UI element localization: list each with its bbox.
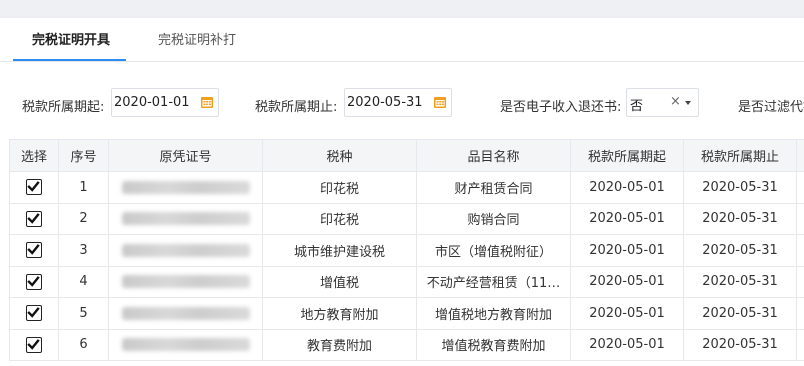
table-header-row: 选择 序号 原凭证号 税种 品目名称 税款所属期起 税款所属期止 [9,140,804,172]
redacted-voucher-number [121,212,250,226]
seq-cell: 3 [59,235,109,266]
tax-record-table: 选择 序号 原凭证号 税种 品目名称 税款所属期起 税款所属期止 1 印花税 财产租… [9,139,804,361]
tax-type-cell: 教育费附加 [263,329,417,360]
header-period-start: 税款所属期起 [571,140,684,171]
item-name-cell: 不动产经营租赁（11… [417,266,571,297]
checkmark-icon [27,181,40,193]
header-seq: 序号 [59,140,109,171]
select-cell [9,235,59,266]
row-checkbox[interactable] [26,179,42,196]
table-body: 1 印花税 财产租赁合同 2020-05-01 2020-05-31 2 印花税 购销合同 20… [9,172,804,361]
item-name-cell: 市区（增值税附征） [417,235,571,266]
active-tab-indicator [13,59,126,61]
redacted-voucher-number [121,306,250,320]
redacted-voucher-number [121,180,250,194]
item-name-cell: 购销合同 [417,203,571,234]
row-checkbox[interactable] [26,242,42,259]
period-start-cell: 2020-05-01 [571,266,684,297]
redacted-voucher-number [121,275,250,289]
main-panel: 完税证明开具 完税证明补打 税款所属期起: 2020-01-01 税款所属期止:… [0,18,804,366]
select-cell [9,298,59,329]
row-checkbox[interactable] [26,305,42,322]
item-name-cell: 增值税地方教育附加 [417,298,571,329]
period-end-input[interactable]: 2020-05-31 [344,88,452,117]
period-start-cell: 2020-05-01 [571,172,684,203]
table-row[interactable]: 6 教育费附加 增值税教育费附加 2020-05-01 2020-05-31 [9,329,804,361]
tax-type-cell: 印花税 [263,172,417,203]
seq-cell: 5 [59,298,109,329]
period-start-cell: 2020-05-01 [571,203,684,234]
period-start-value: 2020-01-01 [114,95,190,110]
checkmark-icon [27,244,40,256]
period-start-input[interactable]: 2020-01-01 [111,88,219,117]
row-checkbox[interactable] [26,336,42,353]
checkmark-icon [27,307,40,319]
table-row[interactable]: 3 城市维护建设税 市区（增值税附征） 2020-05-01 2020-05-31 [9,235,804,267]
redacted-voucher-number [121,243,250,257]
tax-type-cell: 地方教育附加 [263,298,417,329]
header-select: 选择 [9,140,59,171]
period-start-cell: 2020-05-01 [571,329,684,360]
seq-cell: 1 [59,172,109,203]
header-voucher-no: 原凭证号 [109,140,263,171]
tab-issue-certificate[interactable]: 完税证明开具 [32,18,110,62]
select-cell [9,329,59,360]
electronic-refund-select[interactable]: 否 × [626,88,699,117]
tax-type-cell: 印花税 [263,203,417,234]
electronic-refund-value: 否 [630,99,644,114]
period-end-cell: 2020-05-31 [684,235,797,266]
period-end-label: 税款所属期止: [255,100,338,115]
period-end-cell: 2020-05-31 [684,203,797,234]
header-period-end: 税款所属期止 [684,140,797,171]
seq-cell: 6 [59,329,109,360]
row-checkbox[interactable] [26,210,42,227]
checkmark-icon [27,212,40,224]
checkmark-icon [27,275,40,287]
select-cell [9,172,59,203]
period-end-cell: 2020-05-31 [684,298,797,329]
table-row[interactable]: 2 印花税 购销合同 2020-05-01 2020-05-31 [9,203,804,235]
tax-type-cell: 增值税 [263,266,417,297]
period-start-label: 税款所属期起: [22,100,105,115]
period-start-cell: 2020-05-01 [571,235,684,266]
tab-bar: 完税证明开具 完税证明补打 [0,18,804,62]
row-checkbox[interactable] [26,273,42,290]
item-name-cell: 增值税教育费附加 [417,329,571,360]
seq-cell: 4 [59,266,109,297]
period-end-value: 2020-05-31 [347,95,423,110]
voucher-no-cell [109,329,263,360]
filter-withholding-label: 是否过滤代扣 [738,100,804,115]
calendar-icon[interactable] [200,95,214,109]
period-end-cell: 2020-05-31 [684,266,797,297]
redacted-voucher-number [121,338,250,352]
header-tax-type: 税种 [263,140,417,171]
calendar-icon[interactable] [433,95,447,109]
header-item-name: 品目名称 [417,140,571,171]
tax-type-cell: 城市维护建设税 [263,235,417,266]
period-start-cell: 2020-05-01 [571,298,684,329]
voucher-no-cell [109,235,263,266]
voucher-no-cell [109,298,263,329]
select-cell [9,203,59,234]
close-icon[interactable]: × [670,94,681,109]
table-row[interactable]: 1 印花税 财产租赁合同 2020-05-01 2020-05-31 [9,172,804,204]
period-end-cell: 2020-05-31 [684,172,797,203]
select-cell [9,266,59,297]
table-row[interactable]: 4 增值税 不动产经营租赁（11… 2020-05-01 2020-05-31 [9,266,804,298]
chevron-down-icon[interactable] [685,101,691,105]
voucher-no-cell [109,203,263,234]
table-row[interactable]: 5 地方教育附加 增值税地方教育附加 2020-05-01 2020-05-31 [9,298,804,330]
period-end-cell: 2020-05-31 [684,329,797,360]
item-name-cell: 财产租赁合同 [417,172,571,203]
tab-reprint-certificate[interactable]: 完税证明补打 [158,18,236,62]
voucher-no-cell [109,266,263,297]
voucher-no-cell [109,172,263,203]
electronic-refund-label: 是否电子收入退还书: [500,100,622,115]
checkmark-icon [27,338,40,350]
seq-cell: 2 [59,203,109,234]
